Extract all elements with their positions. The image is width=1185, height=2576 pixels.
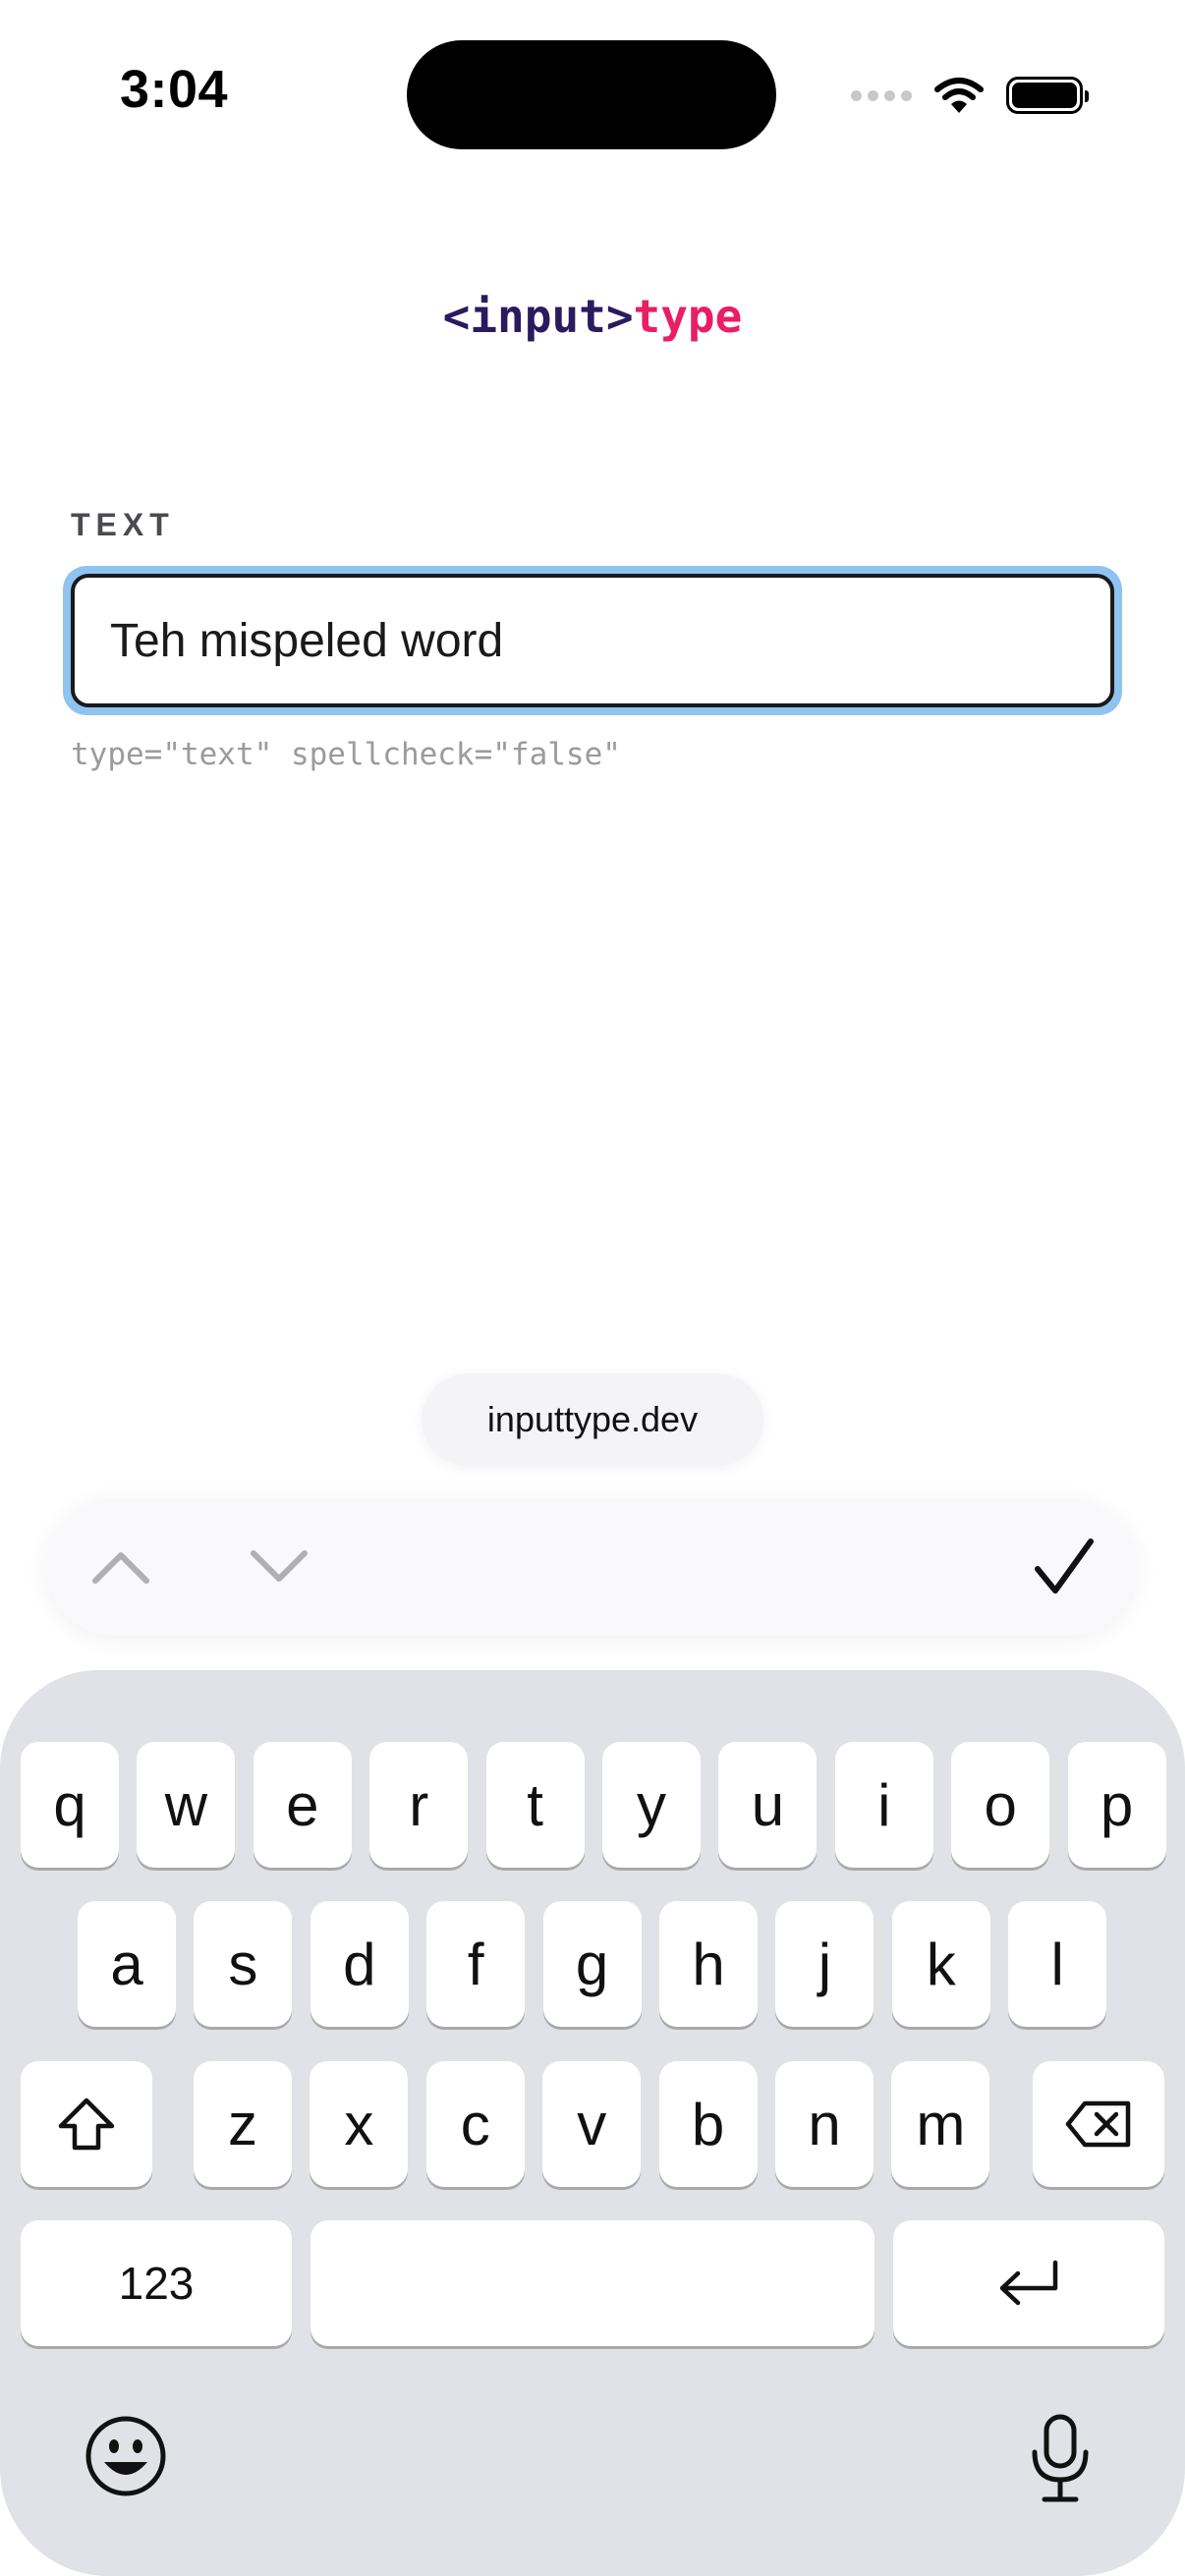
text-field-focus-ring	[63, 566, 1122, 715]
logo-tag-text: <input>	[442, 290, 634, 343]
key-z[interactable]: z	[194, 2061, 292, 2187]
status-time: 3:04	[120, 60, 229, 119]
emoji-button[interactable]	[83, 2413, 169, 2499]
delete-key[interactable]	[1033, 2061, 1164, 2187]
key-k[interactable]: k	[891, 1901, 990, 2027]
done-button[interactable]	[1025, 1528, 1103, 1606]
key-q[interactable]: q	[21, 1742, 119, 1868]
chevron-down-icon	[251, 1550, 308, 1582]
shift-icon	[58, 2098, 115, 2151]
return-icon	[999, 2260, 1058, 2306]
microphone-icon	[1032, 2414, 1089, 2502]
key-r[interactable]: r	[369, 1742, 469, 1868]
field-attributes-hint: type="text" spellcheck="false"	[71, 737, 621, 772]
keyboard-accessory-bar	[46, 1498, 1137, 1636]
dynamic-island	[407, 40, 776, 149]
previous-field-button[interactable]	[82, 1528, 160, 1606]
key-g[interactable]: g	[542, 1901, 642, 2027]
key-a[interactable]: a	[78, 1901, 176, 2027]
emoji-icon	[85, 2416, 166, 2496]
field-label: TEXT	[71, 507, 175, 542]
numbers-key[interactable]: 123	[21, 2220, 292, 2346]
checkmark-icon	[1035, 1539, 1094, 1594]
space-key[interactable]	[310, 2220, 875, 2346]
key-s[interactable]: s	[194, 1901, 293, 2027]
key-v[interactable]: v	[542, 2061, 642, 2187]
key-c[interactable]: c	[425, 2061, 525, 2187]
return-key[interactable]	[893, 2220, 1164, 2346]
key-p[interactable]: p	[1067, 1742, 1166, 1868]
battery-icon	[1006, 77, 1089, 114]
key-e[interactable]: e	[253, 1742, 352, 1868]
key-b[interactable]: b	[658, 2061, 758, 2187]
key-l[interactable]: l	[1008, 1901, 1107, 2027]
chevron-up-icon	[92, 1552, 149, 1584]
dictation-button[interactable]	[1016, 2411, 1104, 2505]
signal-dots-icon	[851, 89, 912, 101]
delete-icon	[1065, 2100, 1131, 2148]
url-pill[interactable]: inputtype.dev	[422, 1373, 763, 1466]
shift-key[interactable]	[21, 2061, 152, 2187]
key-y[interactable]: y	[602, 1742, 701, 1868]
key-u[interactable]: u	[718, 1742, 818, 1868]
key-n[interactable]: n	[775, 2061, 874, 2187]
key-j[interactable]: j	[775, 1901, 875, 2027]
key-w[interactable]: w	[137, 1742, 236, 1868]
site-logo: <input>type	[0, 290, 1185, 343]
key-m[interactable]: m	[891, 2061, 990, 2187]
key-o[interactable]: o	[951, 1742, 1050, 1868]
logo-type-text: type	[633, 290, 743, 343]
key-t[interactable]: t	[485, 1742, 585, 1868]
key-f[interactable]: f	[426, 1901, 526, 2027]
key-i[interactable]: i	[834, 1742, 933, 1868]
key-d[interactable]: d	[310, 1901, 409, 2027]
text-input[interactable]	[71, 574, 1114, 707]
next-field-button[interactable]	[240, 1528, 318, 1606]
key-h[interactable]: h	[659, 1901, 758, 2027]
key-x[interactable]: x	[310, 2061, 409, 2187]
status-icons	[851, 71, 1089, 120]
wifi-icon	[934, 78, 984, 113]
